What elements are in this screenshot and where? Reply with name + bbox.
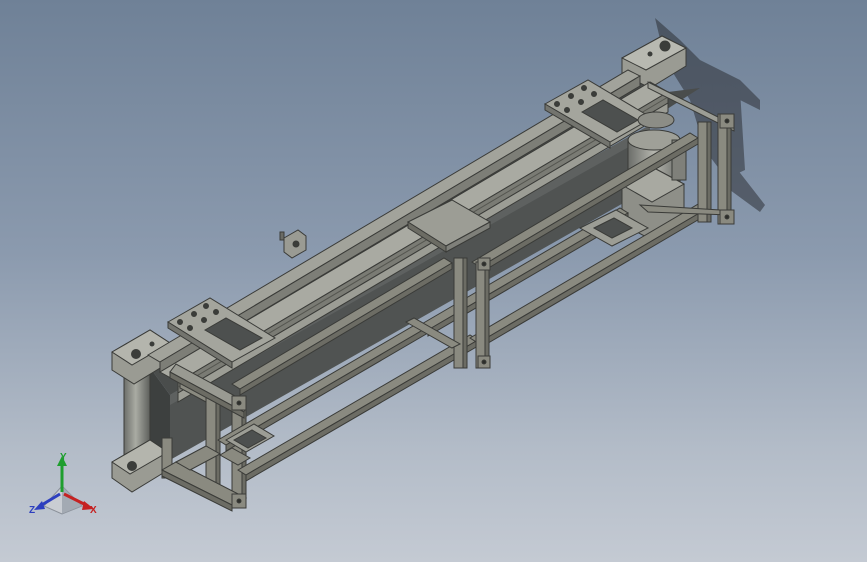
triad-x-label: X [90, 505, 97, 516]
triad-y-label: Y [60, 452, 67, 463]
cad-viewport[interactable]: Y X Z [0, 0, 867, 562]
sensor-bracket [279, 229, 307, 259]
conveyor-model[interactable] [0, 0, 867, 562]
triad-z-label: Z [29, 505, 36, 516]
